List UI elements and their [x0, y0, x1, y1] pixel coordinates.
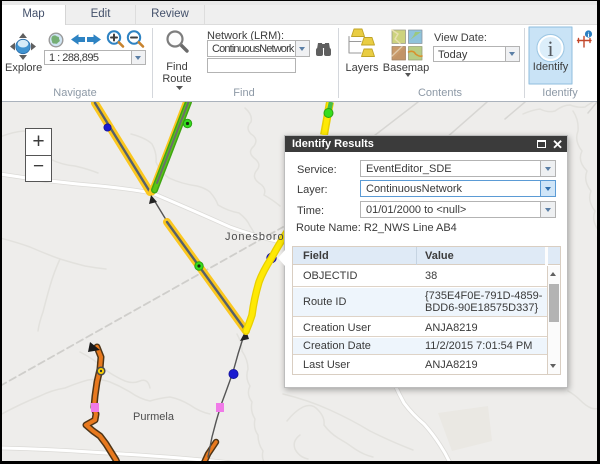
- svg-text:i: i: [588, 32, 590, 39]
- svg-text:i: i: [547, 36, 553, 61]
